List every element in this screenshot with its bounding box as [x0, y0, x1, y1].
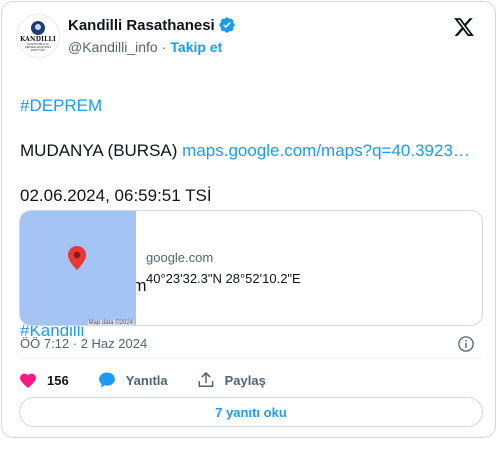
- separator-dot: ·: [161, 39, 167, 55]
- avatar[interactable]: KANDILLI RASATHANESI VE DEPREM ARAŞTIRMA…: [16, 14, 60, 58]
- map-card-domain: google.com: [146, 250, 214, 265]
- map-credit: Map data ©2024: [87, 320, 134, 326]
- map-link[interactable]: maps.google.com/maps?q=40.3923…: [182, 141, 470, 160]
- kandilli-emblem-icon: [31, 20, 45, 35]
- tweet-datetime: 02.06.2024, 06:59:51 TSİ: [20, 185, 212, 205]
- hashtag-deprem[interactable]: #DEPREM: [20, 95, 482, 118]
- divider: [19, 358, 483, 359]
- share-label: Paylaş: [224, 372, 266, 388]
- map-pin-icon: [68, 246, 86, 270]
- tweet-location-line: MUDANYA (BURSA) maps.google.com/maps?q=4…: [20, 140, 482, 163]
- map-card-info: google.com 40°23'32.3"N 28°52'10.2"E: [136, 211, 301, 325]
- verified-badge-icon[interactable]: [218, 16, 236, 34]
- avatar-subtitle-3: ENSTİTÜSÜ: [30, 48, 46, 52]
- author-display-name[interactable]: Kandilli Rasathanesi: [68, 17, 215, 34]
- author-handle-row: @Kandilli_info · Takip et: [68, 39, 222, 55]
- share-button[interactable]: Paylaş: [196, 370, 266, 390]
- map-card-coordinates: 40°23'32.3"N 28°52'10.2"E: [146, 271, 301, 286]
- action-bar: 156 Yanıtla Paylaş: [18, 369, 294, 391]
- tweet-timestamp[interactable]: ÖÖ 7:12 · 2 Haz 2024: [20, 336, 147, 351]
- map-thumbnail[interactable]: Map data ©2024: [20, 211, 136, 326]
- reply-label: Yanıtla: [125, 372, 168, 388]
- reply-button[interactable]: Yanıtla: [97, 370, 168, 390]
- x-logo-icon[interactable]: [453, 16, 475, 38]
- tweet-card: KANDILLI RASATHANESI VE DEPREM ARAŞTIRMA…: [1, 1, 496, 438]
- tweet-location: MUDANYA (BURSA): [20, 140, 183, 160]
- read-replies-button[interactable]: 7 yanıtı oku: [19, 397, 483, 427]
- map-link-card[interactable]: Map data ©2024 google.com 40°23'32.3"N 2…: [19, 210, 483, 326]
- follow-button[interactable]: Takip et: [170, 39, 222, 55]
- author-handle[interactable]: @Kandilli_info: [68, 39, 158, 55]
- like-button[interactable]: 156: [18, 370, 69, 390]
- info-icon[interactable]: [457, 335, 475, 353]
- heart-icon: [20, 373, 36, 388]
- reply-bubble-icon: [98, 372, 115, 388]
- share-icon: [198, 372, 214, 387]
- avatar-brand: KANDILLI: [20, 35, 56, 43]
- author-name-row: Kandilli Rasathanesi: [68, 16, 236, 34]
- like-count: 156: [47, 372, 69, 388]
